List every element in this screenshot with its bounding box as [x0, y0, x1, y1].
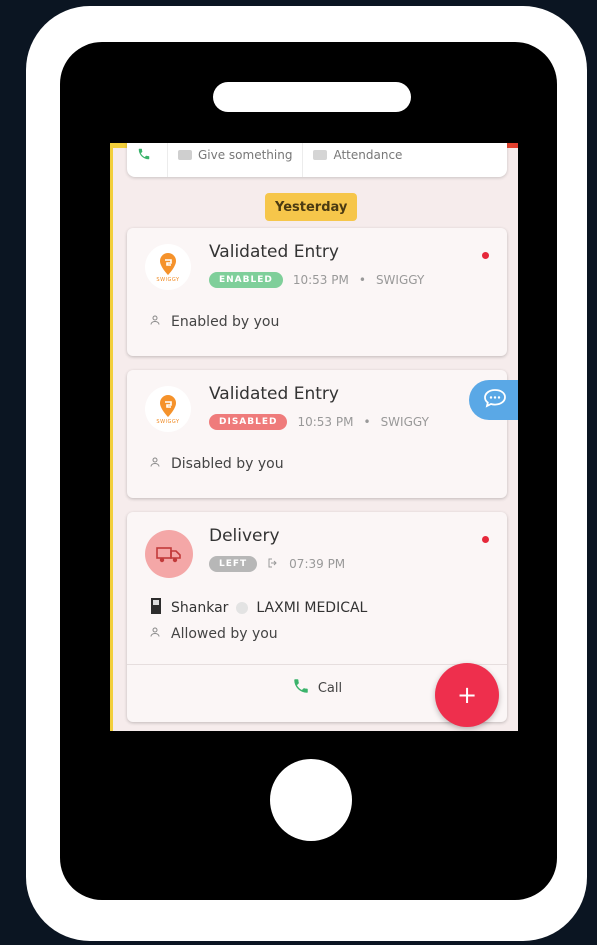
visitor-company: LAXMI MEDICAL: [256, 600, 368, 616]
visitor-row: Shankar LAXMI MEDICAL: [149, 598, 367, 618]
entry-time: 10:53 PM: [292, 273, 349, 287]
entry-time: 07:39 PM: [289, 557, 346, 571]
card-divider: [127, 664, 507, 665]
day-header: Yesterday: [265, 193, 358, 221]
entry-source: SWIGGY: [375, 273, 425, 287]
quick-action-attendance[interactable]: Attendance: [303, 143, 412, 177]
phone-speaker: [213, 82, 411, 112]
plus-icon: +: [456, 681, 478, 709]
person-icon: [149, 626, 161, 642]
status-badge: DISABLED: [209, 414, 288, 430]
meta-separator: •: [358, 273, 366, 287]
entry-meta: LEFT 07:39 PM: [209, 556, 345, 572]
entry-title: Delivery: [209, 526, 280, 546]
activity-card[interactable]: SWIGGY Validated Entry DISABLED 10:53 PM…: [127, 370, 507, 498]
gift-icon: [178, 150, 192, 160]
swiggy-logo: SWIGGY: [145, 244, 191, 290]
logo-text: SWIGGY: [156, 276, 180, 283]
entry-time: 10:53 PM: [297, 415, 354, 429]
quick-action-attendance-label: Attendance: [333, 148, 403, 162]
entry-note: Allowed by you: [149, 626, 278, 642]
entry-meta: DISABLED 10:53 PM • SWIGGY: [209, 414, 429, 430]
chat-icon: [483, 388, 507, 412]
quick-action-give-label: Give something: [198, 148, 293, 162]
person-icon: [149, 456, 161, 472]
delivery-truck-icon: [156, 547, 181, 563]
calendar-icon: [313, 150, 328, 160]
visitor-avatar-icon: [149, 598, 163, 618]
phone-home-button[interactable]: [270, 759, 352, 841]
unread-dot: [482, 252, 489, 259]
status-badge: LEFT: [209, 556, 258, 572]
app-screen: Give something Attendance Yesterday SWIG…: [110, 143, 518, 731]
unread-dot: [482, 536, 489, 543]
meta-separator: •: [363, 415, 371, 429]
entry-title: Validated Entry: [209, 384, 339, 404]
entry-note: Disabled by you: [149, 456, 284, 472]
chat-button[interactable]: [469, 380, 518, 420]
quick-action-give[interactable]: Give something: [168, 143, 304, 177]
delivery-avatar: [145, 530, 193, 578]
visitor-name: Shankar: [171, 600, 229, 616]
entry-note: Enabled by you: [149, 314, 279, 330]
exit-icon: [267, 557, 279, 572]
entry-meta: ENABLED 10:53 PM • SWIGGY: [209, 272, 424, 288]
entry-note-text: Allowed by you: [171, 626, 278, 642]
entry-note-text: Enabled by you: [171, 314, 280, 330]
add-fab-button[interactable]: +: [435, 663, 499, 727]
entry-source: SWIGGY: [380, 415, 429, 429]
company-dot-icon: [236, 602, 249, 614]
status-badge: ENABLED: [209, 272, 283, 288]
phone-icon: [137, 147, 151, 164]
entry-title: Validated Entry: [209, 242, 339, 262]
call-label: Call: [317, 680, 343, 696]
phone-icon: [292, 677, 310, 699]
person-icon: [149, 314, 161, 330]
activity-card[interactable]: SWIGGY Validated Entry ENABLED 10:53 PM …: [127, 228, 507, 356]
logo-text: SWIGGY: [156, 418, 180, 425]
quick-actions-bar: Give something Attendance: [127, 143, 507, 177]
quick-action-phone[interactable]: [127, 143, 168, 177]
swiggy-logo-icon: [160, 394, 176, 417]
entry-note-text: Disabled by you: [171, 456, 284, 472]
swiggy-logo-icon: [160, 252, 176, 275]
swiggy-logo: SWIGGY: [145, 386, 191, 432]
